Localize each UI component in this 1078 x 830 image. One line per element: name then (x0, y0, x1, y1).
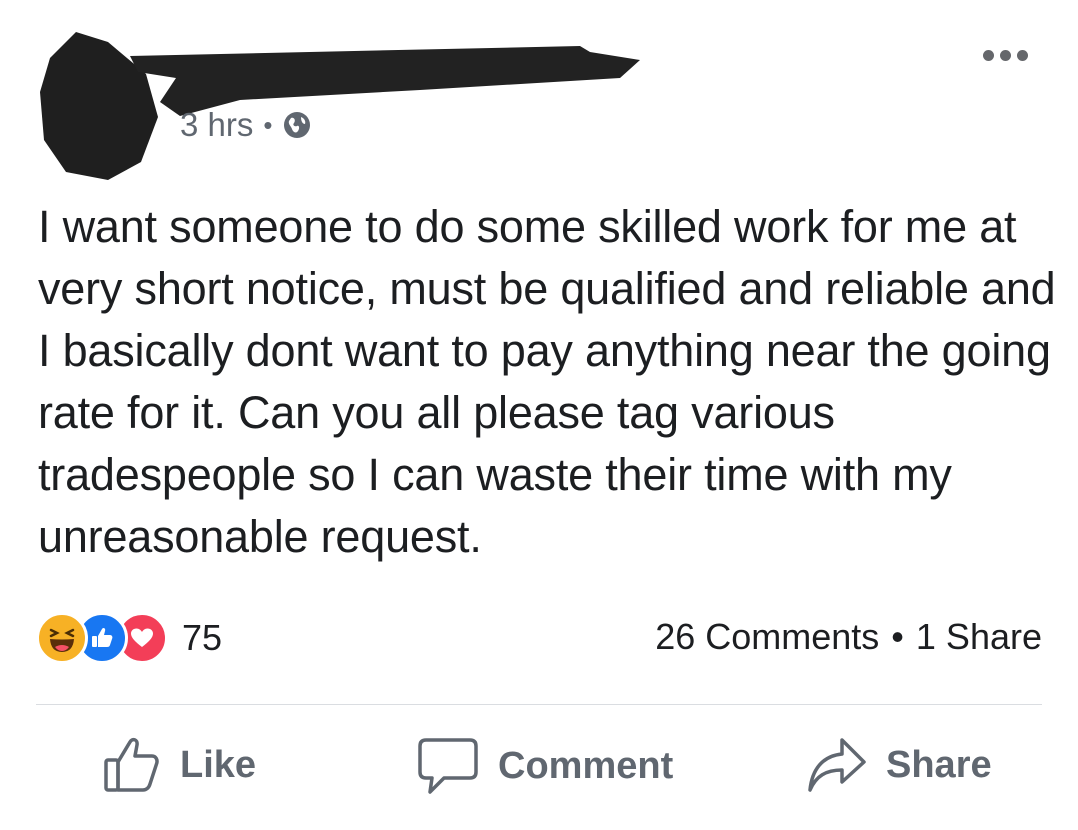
thumbs-up-icon (104, 737, 159, 792)
more-dot (1017, 50, 1028, 61)
facebook-post: 3 hrs • I want someone to do some skille… (0, 0, 1078, 830)
post-text: I want someone to do some skilled work f… (38, 201, 1056, 562)
share-button[interactable]: Share (806, 734, 992, 796)
reaction-count: 75 (182, 617, 223, 658)
more-dot (983, 50, 994, 61)
timestamp[interactable]: 3 hrs (180, 106, 253, 144)
comment-label: Comment (498, 744, 674, 787)
like-label: Like (180, 743, 257, 786)
counts-separator: • (891, 616, 904, 657)
reactions-summary[interactable]: 75 (36, 612, 222, 664)
comment-button[interactable]: Comment (416, 734, 673, 798)
divider (36, 704, 1042, 705)
post-meta: 3 hrs • (180, 106, 312, 144)
haha-reaction-icon (36, 612, 88, 664)
action-bar: Like Comment Share (0, 734, 1078, 810)
like-button[interactable]: Like (102, 734, 256, 796)
more-dot (1000, 50, 1011, 61)
globe-icon[interactable] (282, 110, 312, 140)
engagement-counts: 26 Comments • 1 Share (655, 616, 1042, 658)
share-label: Share (886, 743, 992, 786)
comment-bubble-icon (418, 738, 478, 794)
share-arrow-icon (808, 738, 866, 792)
comments-count-link[interactable]: 26 Comments (655, 616, 879, 658)
shares-count-link[interactable]: 1 Share (916, 616, 1042, 658)
meta-separator: • (263, 109, 273, 140)
more-options-icon[interactable] (983, 50, 1028, 61)
